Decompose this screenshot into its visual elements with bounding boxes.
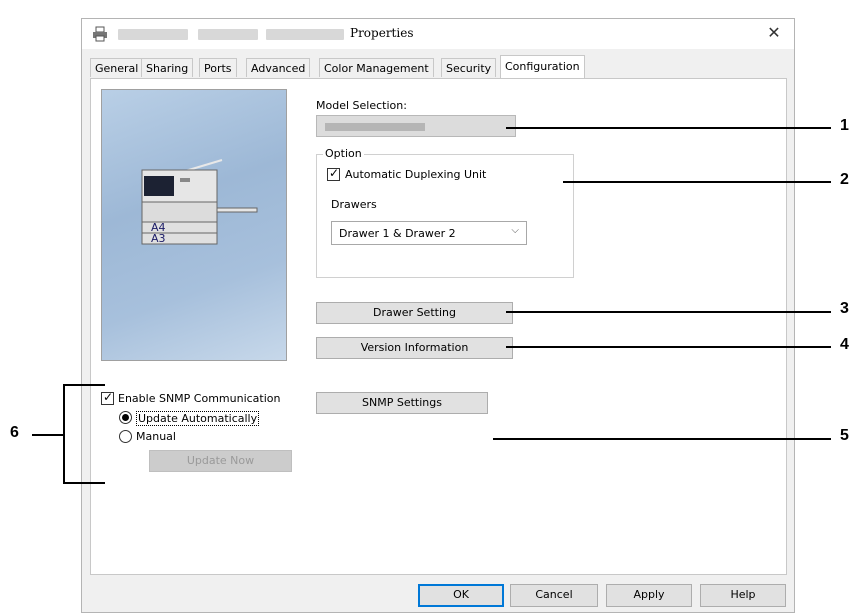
manual-label: Manual [136, 430, 176, 443]
callout-number-5: 5 [840, 427, 849, 444]
tab-advanced[interactable]: Advanced [246, 58, 311, 77]
update-automatically-radio[interactable] [119, 411, 132, 424]
tab-configuration[interactable]: Configuration [500, 55, 585, 78]
option-group-legend: Option [323, 147, 364, 160]
cancel-button[interactable]: Cancel [510, 584, 598, 607]
version-information-button[interactable]: Version Information [316, 337, 513, 359]
radio-selected-dot [122, 414, 129, 421]
copier-illustration [141, 159, 258, 245]
callout-line-6 [32, 434, 63, 436]
drawers-select[interactable]: Drawer 1 & Drawer 2 ⌵ [331, 221, 527, 245]
callout-line-2 [563, 181, 831, 183]
update-now-button[interactable]: Update Now [149, 450, 292, 472]
callout-number-1: 1 [840, 117, 849, 134]
chevron-down-icon: ⌵ [511, 225, 519, 236]
duplex-checkbox[interactable]: ✓ [327, 166, 340, 181]
printer-preview-image: A4 A3 [101, 89, 287, 361]
configuration-panel: A4 A3 Model Selection: Option ✓ Automati… [90, 78, 787, 575]
drawers-label: Drawers [331, 198, 377, 211]
tab-sharing[interactable]: Sharing [141, 58, 194, 77]
callout-line-1 [506, 127, 831, 129]
help-button[interactable]: Help [700, 584, 786, 607]
callout-bracket-6 [63, 384, 105, 484]
drawer-setting-button[interactable]: Drawer Setting [316, 302, 513, 324]
apply-button[interactable]: Apply [606, 584, 692, 607]
obscured-model-name [325, 123, 425, 131]
callout-number-4: 4 [840, 336, 849, 353]
drawers-select-value: Drawer 1 & Drawer 2 [339, 227, 456, 240]
obscured-title-text [198, 29, 258, 40]
callout-line-5 [493, 438, 831, 440]
model-selection-label: Model Selection: [316, 99, 407, 112]
paper-size-label-a3: A3 [151, 232, 166, 245]
obscured-title-text [118, 29, 188, 40]
checkmark-icon: ✓ [329, 166, 340, 180]
ok-button[interactable]: OK [418, 584, 504, 607]
window-title: Properties [350, 26, 414, 40]
model-selection-field[interactable] [316, 115, 516, 137]
callout-line-3 [506, 311, 831, 313]
callout-number-6: 6 [10, 424, 19, 441]
tab-security[interactable]: Security [441, 58, 497, 77]
title-bar: Properties ✕ [82, 19, 794, 49]
callout-line-4 [506, 346, 831, 348]
properties-dialog: Properties ✕ General Sharing Ports Advan… [81, 18, 795, 613]
duplex-label: Automatic Duplexing Unit [345, 168, 487, 181]
option-group: Option ✓ Automatic Duplexing Unit Drawer… [316, 147, 574, 278]
tab-color-management[interactable]: Color Management [319, 58, 434, 77]
callout-number-2: 2 [840, 171, 849, 188]
close-button[interactable]: ✕ [764, 23, 784, 43]
printer-icon [93, 26, 107, 42]
update-automatically-label: Update Automatically [136, 411, 260, 426]
snmp-settings-button[interactable]: SNMP Settings [316, 392, 488, 414]
tab-ports[interactable]: Ports [199, 58, 237, 77]
enable-snmp-label: Enable SNMP Communication [118, 392, 281, 405]
tab-general[interactable]: General [90, 58, 144, 77]
manual-radio[interactable] [119, 430, 132, 443]
obscured-title-text [266, 29, 344, 40]
callout-number-3: 3 [840, 300, 849, 317]
